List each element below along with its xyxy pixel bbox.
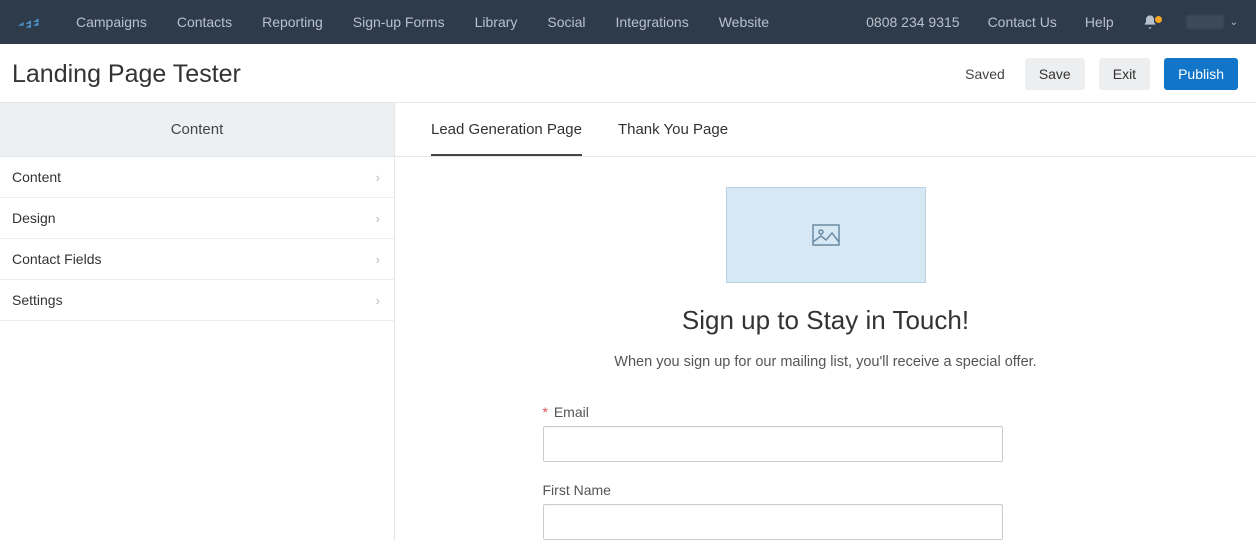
preview-subheading[interactable]: When you sign up for our mailing list, y… <box>541 354 1111 370</box>
required-asterisk: * <box>543 404 548 420</box>
page-title: Landing Page Tester <box>12 60 241 89</box>
nav-right: 0808 234 9315 Contact Us Help ⌄ <box>866 14 1238 30</box>
chevron-right-icon: › <box>376 211 380 226</box>
image-placeholder[interactable] <box>726 187 926 283</box>
form-row-email: * Email <box>541 404 1111 462</box>
saved-status: Saved <box>965 66 1005 82</box>
canvas-tabs: Lead Generation Page Thank You Page <box>395 103 1256 157</box>
email-field[interactable] <box>543 426 1003 462</box>
chevron-down-icon: ⌄ <box>1230 17 1238 28</box>
image-icon <box>812 224 840 246</box>
sidebar-item-content[interactable]: Content › <box>0 157 394 198</box>
nav-help[interactable]: Help <box>1085 14 1114 30</box>
nav-reporting[interactable]: Reporting <box>262 14 323 30</box>
tab-lead-generation[interactable]: Lead Generation Page <box>431 103 582 156</box>
top-nav: Campaigns Contacts Reporting Sign-up For… <box>0 0 1256 44</box>
sidebar-item-design[interactable]: Design › <box>0 198 394 239</box>
preview-heading[interactable]: Sign up to Stay in Touch! <box>541 305 1111 336</box>
nav-contacts[interactable]: Contacts <box>177 14 232 30</box>
first-name-field[interactable] <box>543 504 1003 540</box>
nav-phone: 0808 234 9315 <box>866 14 959 30</box>
page-toolbar: Landing Page Tester Saved Save Exit Publ… <box>0 44 1256 103</box>
chevron-right-icon: › <box>376 252 380 267</box>
chevron-right-icon: › <box>376 170 380 185</box>
user-menu[interactable]: ⌄ <box>1186 15 1238 29</box>
nav-library[interactable]: Library <box>475 14 518 30</box>
toolbar-actions: Saved Save Exit Publish <box>965 58 1238 90</box>
workspace: Content Content › Design › Contact Field… <box>0 103 1256 541</box>
sidebar-item-label: Content <box>12 169 61 185</box>
canvas: Lead Generation Page Thank You Page Sign… <box>395 103 1256 541</box>
sidebar-item-label: Contact Fields <box>12 251 101 267</box>
exit-button[interactable]: Exit <box>1099 58 1150 90</box>
publish-button[interactable]: Publish <box>1164 58 1238 90</box>
nav-contact-us[interactable]: Contact Us <box>988 14 1057 30</box>
sidebar-item-label: Design <box>12 210 56 226</box>
sidebar-item-settings[interactable]: Settings › <box>0 280 394 321</box>
nav-campaigns[interactable]: Campaigns <box>76 14 147 30</box>
tab-thank-you[interactable]: Thank You Page <box>618 103 728 156</box>
sidebar-header: Content <box>0 103 394 157</box>
user-name-redacted <box>1186 15 1224 29</box>
nav-social[interactable]: Social <box>547 14 585 30</box>
sidebar: Content Content › Design › Contact Field… <box>0 103 395 541</box>
save-button[interactable]: Save <box>1025 58 1085 90</box>
chevron-right-icon: › <box>376 293 380 308</box>
email-label: * Email <box>543 404 1109 420</box>
nav-integrations[interactable]: Integrations <box>616 14 689 30</box>
landing-page-preview: Sign up to Stay in Touch! When you sign … <box>511 157 1141 560</box>
notification-dot <box>1155 16 1162 23</box>
nav-items: Campaigns Contacts Reporting Sign-up For… <box>76 14 866 30</box>
nav-website[interactable]: Website <box>719 14 769 30</box>
notifications-icon[interactable] <box>1142 14 1158 30</box>
brand-logo[interactable] <box>18 12 46 32</box>
nav-signup-forms[interactable]: Sign-up Forms <box>353 14 445 30</box>
first-name-label: First Name <box>543 482 1109 498</box>
form-row-first-name: First Name <box>541 482 1111 540</box>
sidebar-item-label: Settings <box>12 292 63 308</box>
sidebar-item-contact-fields[interactable]: Contact Fields › <box>0 239 394 280</box>
preview-wrap: Sign up to Stay in Touch! When you sign … <box>395 157 1256 560</box>
